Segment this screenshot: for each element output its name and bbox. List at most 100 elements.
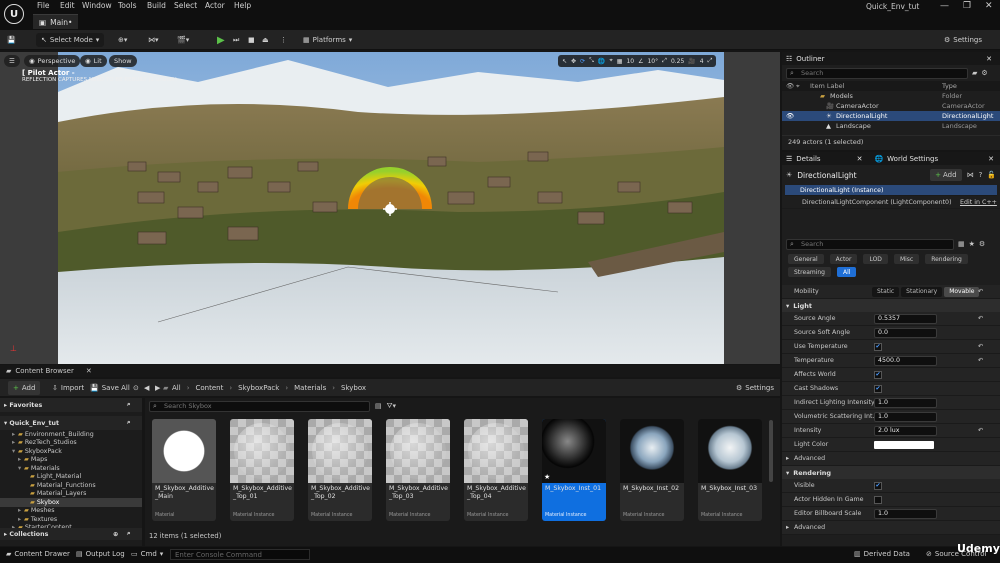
select-mode-button[interactable]: ↖ Select Mode ▾ [36,33,105,47]
details-search-input[interactable]: ⌕ Search [786,238,954,250]
save-icon[interactable]: 💾 [7,33,16,47]
save-search-icon[interactable]: ▤ [375,402,382,410]
reset-icon[interactable]: ↶ [978,315,983,322]
breadcrumb-content[interactable]: Content [196,384,224,392]
mobility-option-movable[interactable]: Movable [944,286,980,297]
tree-folder[interactable]: ▾ ▰ Materials [0,464,142,473]
folder-add-icon[interactable]: ▰ [972,69,977,77]
tree-folder[interactable]: ▸ ▰ Meshes [0,507,142,516]
search-icon[interactable]: ⌕ [127,419,131,427]
asset-tile[interactable]: M_Skybox_Additive_Top_04 Material Instanc… [464,419,528,521]
breadcrumb-all[interactable]: All [172,384,181,392]
property-value-input[interactable]: 1.0 [874,508,937,519]
property-checkbox[interactable]: ✔ [874,342,882,351]
settings-button[interactable]: ⚙ Settings [944,33,982,47]
add-collection-icon[interactable]: ⊕ [113,531,118,538]
cmd-dropdown[interactable]: ▭ Cmd ▾ [131,550,163,558]
tree-folder[interactable]: ▾ ▰ SkyboxPack [0,447,142,456]
reset-icon[interactable]: ↶ [978,343,983,350]
item-label-column[interactable]: Item Label [810,82,844,90]
angle-snap-icon[interactable]: ∠ [638,58,643,65]
menu-edit[interactable]: Edit [60,1,75,10]
tree-folder[interactable]: ▰ Light_Material [0,473,142,482]
property-value-input[interactable]: 1.0 [874,397,937,408]
instance-row[interactable]: DirectionalLight (Instance) [785,185,997,196]
light-color-swatch[interactable] [874,440,934,449]
component-row[interactable]: DirectionalLightComponent (LightComponen… [782,196,1000,209]
cb-settings-button[interactable]: ⚙ Settings [736,381,774,395]
add-content-icon[interactable]: ⊕▾ [118,33,127,47]
close-icon[interactable]: ✕ [86,367,92,375]
asset-scrollbar[interactable] [769,420,773,482]
filter-tab-actor[interactable]: Actor [829,254,858,264]
scale-snap-icon[interactable]: ⤢ [662,57,667,65]
light-section-header[interactable]: ▾ Light [782,299,1000,312]
stop-icon[interactable]: ■ [248,33,255,47]
blueprint-icon[interactable]: ⋈▾ [148,33,159,47]
outliner-row[interactable]: 👁 ☀ DirectionalLight DirectionalLight [782,111,1000,121]
breadcrumb-skybox[interactable]: Skybox [341,384,366,392]
grid-snap-icon[interactable]: ▦ [617,58,623,65]
breadcrumb-skyboxpack[interactable]: SkyboxPack [238,384,279,392]
world-settings-tab[interactable]: World Settings [887,155,938,163]
property-value-input[interactable]: 4500.0 [874,355,937,366]
menu-actor[interactable]: Actor [205,1,225,10]
content-browser-tab[interactable]: Content Browser [15,367,73,375]
rotate-tool-icon[interactable]: ⟳ [580,58,585,65]
close-icon[interactable]: ✕ [986,55,992,63]
forward-icon[interactable]: ▶ [155,381,160,395]
tree-folder[interactable]: ▸ ▰ Maps [0,456,142,465]
favorites-header[interactable]: ▸ Favorites ⌕ [0,398,142,412]
surface-snap-icon[interactable]: ⌖ [609,57,612,65]
save-all-button[interactable]: 💾 Save All [90,381,130,395]
scale-snap-value[interactable]: 0.25 [671,58,684,65]
visibility-icon[interactable]: 👁 [786,82,794,90]
world-icon[interactable]: 🌐 [598,58,605,65]
content-drawer-button[interactable]: ▰ Content Drawer [6,550,70,558]
console-input[interactable]: Enter Console Command [170,549,310,560]
tree-folder[interactable]: ▰ Material_Layers [0,490,142,499]
property-checkbox[interactable]: ✔ [874,481,882,490]
asset-tile[interactable]: M_Skybox_Additive_Top_01 Material Instanc… [230,419,294,521]
collections-header[interactable]: ▸ Collections ⊕ ⌕ [0,528,142,540]
rendering-section-header[interactable]: ▾ Rendering [782,466,1000,479]
breadcrumb-materials[interactable]: Materials [294,384,326,392]
lit-button[interactable]: ◉ Lit [80,55,107,67]
filter-tab-streaming[interactable]: Streaming [788,267,831,277]
outliner-tab[interactable]: Outliner [796,55,824,63]
menu-file[interactable]: File [37,1,50,10]
filter-icon[interactable]: ⛛▾ [387,402,396,411]
grid-view-icon[interactable]: ▦ [958,240,965,248]
outliner-row[interactable]: 🎥 CameraActor CameraActor [782,101,1000,111]
star-icon[interactable]: ★ [969,240,975,248]
minimize-icon[interactable]: — [940,1,949,11]
filter-tab-rendering[interactable]: Rendering [925,254,968,264]
maximize-icon[interactable]: ❐ [963,1,971,11]
back-icon[interactable]: ◀ [144,381,149,395]
translate-tool-icon[interactable]: ✥ [571,58,576,65]
gear-icon[interactable]: ⚙ [979,240,985,248]
type-column[interactable]: Type [942,82,957,90]
derived-data-button[interactable]: ▥ Derived Data [854,550,910,558]
project-header[interactable]: ▾ Quick_Env_tut ⌕ [0,416,142,430]
outliner-row[interactable]: ▰ Models Folder [782,91,1000,101]
perspective-button[interactable]: ◉ Perspective [24,55,81,67]
lock-icon[interactable]: 🔓 [987,171,996,179]
close-icon[interactable]: ✕ [985,1,993,11]
details-tab[interactable]: Details [796,155,820,163]
asset-tile[interactable]: M_Skybox_Inst_03 Material Instance [698,419,762,521]
property-value-input[interactable]: 0.0 [874,327,937,338]
menu-help[interactable]: Help [234,1,251,10]
play-button[interactable]: ▶ [217,33,225,47]
close-icon[interactable]: ✕ [857,155,863,163]
scale-tool-icon[interactable]: ⤡ [589,57,594,65]
asset-tile[interactable]: M_Skybox_Additive_Main Material [152,419,216,521]
eject-icon[interactable]: ⏏ [262,33,269,47]
asset-tile[interactable]: ★ M_Skybox_Inst_01 Material Instance [542,419,606,521]
menu-window[interactable]: Window [82,1,112,10]
search-icon[interactable]: ⌕ [127,401,131,409]
outliner-row[interactable]: ▲ Landscape Landscape [782,121,1000,131]
property-checkbox[interactable]: ✔ [874,370,882,379]
filter-tab-general[interactable]: General [788,254,824,264]
mobility-option-stationary[interactable]: Stationary [901,286,943,297]
